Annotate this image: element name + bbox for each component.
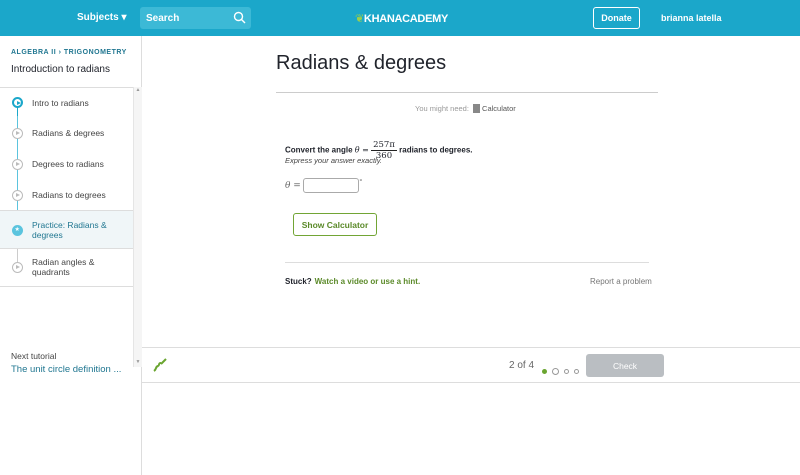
dot-complete	[542, 369, 547, 375]
play-icon	[12, 190, 23, 201]
dot-pending	[574, 369, 579, 375]
sidebar-item-degrees-to-radians[interactable]: Degrees to radians	[0, 149, 133, 180]
sidebar-scrollbar[interactable]: ▲ ▼	[133, 87, 142, 367]
play-icon	[12, 159, 23, 170]
search-icon	[233, 11, 246, 24]
calculator-icon	[473, 104, 481, 113]
scroll-down-icon[interactable]: ▼	[134, 359, 142, 365]
scratchpad-icon[interactable]	[152, 358, 167, 373]
play-icon	[12, 262, 23, 273]
next-tutorial-link[interactable]: The unit circle definition ...	[11, 364, 121, 375]
sidebar-item-practice[interactable]: Practice: Radians & degrees	[0, 210, 133, 249]
next-label: Next tutorial	[11, 351, 57, 361]
leaf-icon: ❦	[355, 13, 364, 25]
instruction: Express your answer exactly.	[285, 156, 382, 165]
tools-needed: You might need: Calculator	[415, 104, 516, 113]
sidebar-item-intro-to-radians[interactable]: Intro to radians	[0, 88, 133, 118]
tutorial-list: Intro to radians Radians & degrees Degre…	[0, 87, 133, 375]
khan-academy-logo[interactable]: ❦KHANACADEMY	[355, 12, 448, 25]
report-problem-link[interactable]: Report a problem	[590, 277, 652, 286]
dot-current	[552, 368, 559, 376]
play-icon	[12, 97, 23, 108]
sidebar: ALGEBRA II › TRIGONOMETRY Introduction t…	[0, 36, 142, 475]
hint-link[interactable]: Watch a video or use a hint.	[315, 277, 421, 286]
check-button[interactable]: Check	[586, 354, 664, 377]
subjects-menu[interactable]: Subjects ▾	[77, 12, 126, 23]
answer-input[interactable]	[303, 178, 360, 194]
exercise-footer: 2 of 4 Check	[142, 347, 800, 383]
progress-text: 2 of 4	[509, 360, 535, 371]
dot-pending	[564, 369, 569, 375]
search-placeholder: Search	[146, 13, 180, 24]
user-menu[interactable]: brianna latella	[661, 13, 722, 23]
play-icon	[12, 128, 23, 139]
answer-row: θ = °	[285, 177, 362, 194]
top-nav: Subjects ▾ Search ❦KHANACADEMY Donate br…	[0, 0, 800, 36]
sidebar-item-radians-degrees[interactable]: Radians & degrees	[0, 118, 133, 149]
progress-dots	[542, 363, 584, 381]
donate-button[interactable]: Donate	[593, 7, 640, 29]
star-icon	[12, 225, 23, 236]
sidebar-item-radians-to-degrees[interactable]: Radians to degrees	[0, 180, 133, 210]
calculator-label: Calculator	[482, 104, 516, 113]
next-tutorial[interactable]: Next tutorial The unit circle definition …	[11, 351, 121, 375]
stuck-row: Stuck? Watch a video or use a hint.	[285, 277, 421, 286]
sidebar-item-radian-angles[interactable]: Radian angles & quadrants	[0, 249, 133, 287]
divider	[285, 262, 649, 263]
scroll-up-icon[interactable]: ▲	[134, 87, 142, 93]
page-title: Radians & degrees	[276, 52, 447, 74]
tutorial-title: Introduction to radians	[11, 64, 110, 75]
search-input[interactable]: Search	[140, 7, 251, 29]
divider	[276, 92, 658, 93]
show-calculator-button[interactable]: Show Calculator	[293, 213, 377, 236]
breadcrumb[interactable]: ALGEBRA II › TRIGONOMETRY	[11, 49, 127, 56]
